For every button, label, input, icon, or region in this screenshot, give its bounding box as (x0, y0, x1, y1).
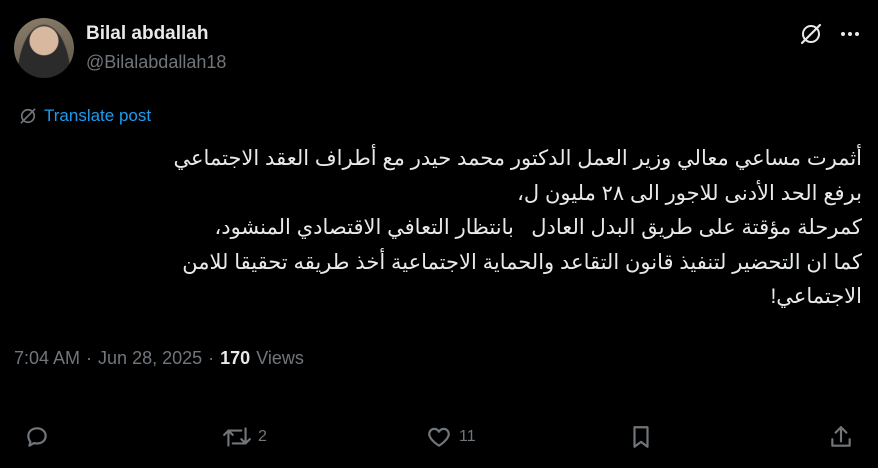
post-time[interactable]: 7:04 AM (14, 348, 80, 369)
post-line: كمرحلة مؤقتة على طريق البدل العادل بانتظ… (214, 216, 862, 239)
meta-separator: · (208, 348, 215, 368)
post-meta: 7:04 AM · Jun 28, 2025 · 170 Views (14, 348, 304, 369)
views-label: Views (256, 348, 304, 368)
avatar[interactable] (14, 18, 74, 78)
post-line: الاجتماعي! (770, 285, 862, 308)
share-icon (831, 426, 851, 447)
more-icon[interactable] (836, 20, 864, 48)
grok-icon[interactable] (797, 20, 825, 48)
post-line: أثمرت مساعي معالي وزير العمل الدكتور محم… (173, 147, 862, 170)
author-handle[interactable]: @Bilalabdallah18 (86, 52, 226, 73)
bookmark-button[interactable] (628, 424, 654, 450)
author-display-name[interactable]: Bilal abdallah (86, 23, 208, 45)
like-count: 11 (459, 428, 476, 445)
translate-icon (20, 108, 36, 124)
like-button[interactable]: 11 (425, 424, 476, 450)
reply-button[interactable] (24, 424, 50, 450)
views-count: 170 (220, 348, 251, 368)
repost-button[interactable]: 2 (222, 424, 267, 450)
action-bar: 2 11 (0, 418, 878, 458)
post-line: كما ان التحضير لتنفيذ قانون التقاعد والح… (182, 250, 862, 274)
translate-post-label: Translate post (44, 106, 152, 125)
post-date[interactable]: Jun 28, 2025 (98, 348, 202, 369)
translate-post-link[interactable]: Translate post (18, 106, 151, 126)
repost-count: 2 (258, 428, 267, 445)
repost-icon (223, 427, 251, 447)
like-icon (428, 427, 450, 447)
meta-separator: · (86, 348, 93, 368)
post-line: برفع الحد الأدنى للاجور الى ٢٨ مليون ل، (517, 181, 862, 205)
reply-icon (27, 427, 47, 447)
bookmark-icon (633, 426, 649, 448)
share-button[interactable] (828, 424, 854, 450)
post-text: أثمرت مساعي معالي وزير العمل الدكتور محم… (12, 142, 862, 315)
